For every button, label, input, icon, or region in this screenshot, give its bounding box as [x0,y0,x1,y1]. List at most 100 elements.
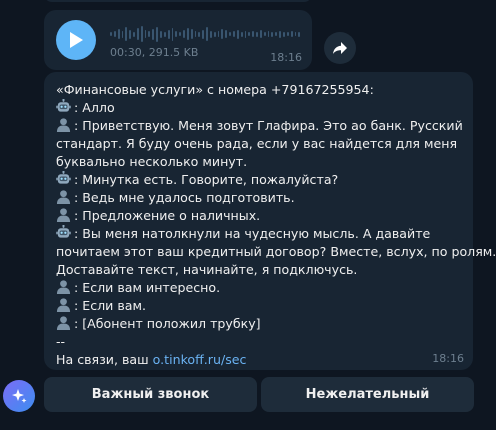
important-call-button[interactable]: Важный звонок [44,377,257,412]
transcript-line-text: : Ведь мне удалось подготовить. [74,190,295,205]
waveform-bar [263,32,266,36]
transcript-line-text: стандарт. Я буду очень рада, если у вас … [56,136,458,151]
unwanted-call-button[interactable]: Нежелательный [261,377,474,412]
waveform-bar [136,28,139,40]
transcript-line: : Если вам. [56,297,468,315]
transcript-line-text: Доставайте текст, начинайте, я подключус… [56,262,358,277]
person-icon [56,297,71,312]
forward-button[interactable] [324,32,356,64]
waveform-bar [113,31,116,37]
waveform-bar [129,29,132,39]
transcript-line-text: : Алло [74,100,115,115]
waveform-bar [252,31,255,37]
waveform-bar [225,30,228,38]
footer-link[interactable]: o.tinkoff.ru/sec [153,352,247,367]
waveform-bar [194,31,197,37]
waveform-bar [240,31,243,37]
waveform-bar [298,31,301,37]
transcript-line: : [Абонент положил трубку] [56,315,468,333]
waveform-bar [271,31,274,37]
robot-icon [56,98,71,114]
waveform-bar [259,30,262,38]
footer-text: На связи, ваш [56,352,153,367]
waveform-bar [152,28,155,40]
audio-duration-size: 00:30, 291.5 KB [110,46,199,59]
waveform-bar [267,31,270,37]
sparkle-icon [12,389,27,403]
waveform-bar [236,29,239,39]
previous-message-bubble [44,0,312,2]
waveform-bar [286,32,289,36]
waveform-bar [121,30,124,38]
message-footer: На связи, ваш o.tinkoff.ru/sec [56,351,468,369]
waveform-bar [163,31,166,37]
audio-message-bubble: 00:30, 291.5 KB 18:16 [44,10,312,70]
transcript-line: : Приветствую. Меня зовут Глафира. Это а… [56,117,468,135]
message-text: «Финансовые услуги» с номера +7916725595… [56,81,496,369]
transcript-line-text: : Вы меня натолкнули на чудесную мысль. … [74,226,431,241]
person-icon [56,279,71,294]
audio-timestamp: 18:16 [270,51,302,64]
waveform-bar [186,28,189,40]
person-icon [56,315,71,330]
transcript-line: «Финансовые услуги» с номера +7916725595… [56,81,468,99]
waveform-bar [248,32,251,36]
waveform-bar [183,30,185,38]
waveform-bar [175,31,178,37]
waveform-bar [144,30,147,38]
transcript-line-text: : Если вам интересно. [74,280,221,295]
waveform-bar [290,31,293,37]
play-button[interactable] [56,20,96,60]
waveform-bar [229,32,231,36]
transcript-line-text: -- [56,334,66,349]
person-icon [56,189,71,204]
waveform-bar [244,30,247,38]
audio-waveform[interactable] [110,24,301,44]
transcript-line: : Ведь мне удалось подготовить. [56,189,468,207]
waveform-bar [294,32,297,36]
transcript-line-text: : Минутка есть. Говорите, пожалуйста? [74,172,339,187]
waveform-bar [140,26,143,42]
waveform-bar [179,32,182,36]
transcript-line: : Если вам интересно. [56,279,468,297]
transcript-line-text: буквально несколько минут. [56,154,248,169]
waveform-bar [233,31,235,37]
waveform-bar [167,29,170,39]
waveform-bar [156,26,158,42]
waveform-bar [198,31,201,37]
play-icon [70,32,83,48]
waveform-bar [256,31,258,37]
waveform-bar [202,29,205,39]
transcript-line-text: «Финансовые услуги» с номера +7916725595… [56,82,374,97]
transcript-line: : Минутка есть. Говорите, пожалуйста? [56,170,468,189]
forward-icon [333,42,347,54]
waveform-bar [148,31,151,37]
transcript-line-text: : Предложение о наличных. [74,208,261,223]
transcript-line: : Вы меня натолкнули на чудесную мысль. … [56,224,468,243]
person-icon [56,117,71,132]
robot-icon [56,224,71,240]
waveform-bar [221,29,224,39]
robot-icon [56,170,71,186]
person-icon [56,207,71,222]
waveform-bar [125,27,128,41]
ai-assistant-button[interactable] [3,380,35,412]
waveform-bar [110,32,112,36]
transcript-line: : Предложение о наличных. [56,207,468,225]
transcript-line-text: : [Абонент положил трубку] [74,316,261,331]
transcript-line-text: : Приветствую. Меня зовут Глафира. Это а… [74,118,463,133]
transcript-line-text: : Если вам. [74,298,147,313]
waveform-bar [206,27,208,41]
transcript-line: стандарт. Я буду очень рада, если у вас … [56,135,468,153]
waveform-bar [213,31,216,37]
transcript-line: -- [56,333,468,351]
waveform-bar [171,27,174,41]
waveform-bar [190,29,193,39]
waveform-bar [282,31,285,37]
message-timestamp: 18:16 [432,352,464,365]
call-transcript-message: «Финансовые услуги» с номера +7916725595… [44,72,496,370]
waveform-bar [279,30,281,38]
transcript-line-text: почитаем этот ваш кредитный договор? Вме… [56,244,496,259]
waveform-bar [275,32,278,36]
transcript-line: буквально несколько минут. [56,153,468,171]
